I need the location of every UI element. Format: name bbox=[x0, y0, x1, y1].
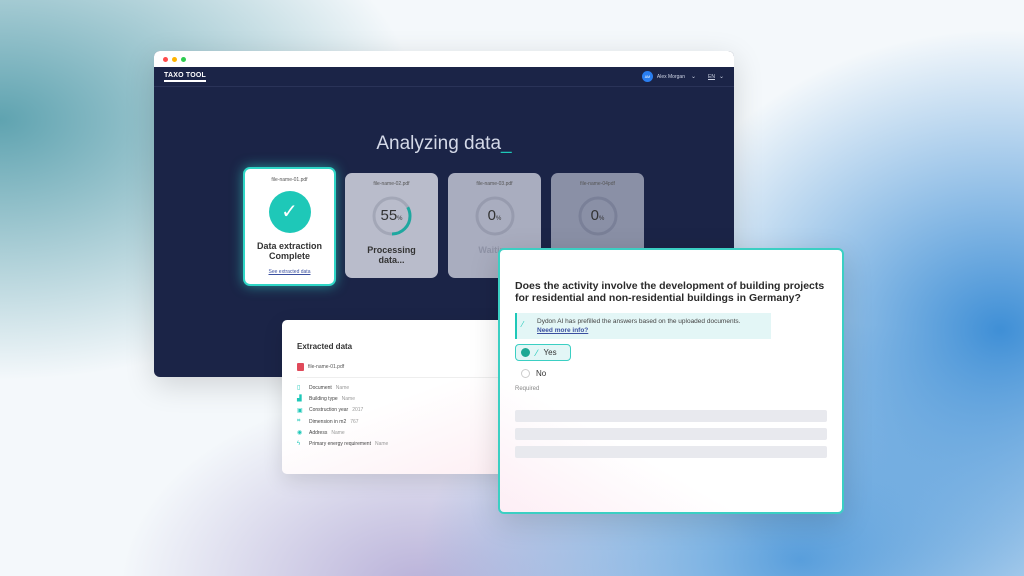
question-text: Does the activity involve the developmen… bbox=[515, 280, 825, 304]
energy-icon: ϟ bbox=[297, 441, 301, 448]
file-name: file-name-02.pdf bbox=[373, 181, 410, 187]
user-name: Alex Morgan bbox=[656, 73, 685, 80]
field-label: Address bbox=[309, 429, 328, 436]
progress-ring: 0% bbox=[577, 195, 619, 237]
panel-title: Extracted data bbox=[297, 342, 353, 351]
ai-prefill-note: ⁄ Dydon AI has prefilled the answers bas… bbox=[515, 313, 771, 339]
field-label: Document bbox=[309, 384, 332, 391]
file-status: Data extraction Complete bbox=[256, 241, 323, 261]
file-name: file-name-01.pdf bbox=[308, 364, 345, 370]
field-row: ▣ Construction year 2017 bbox=[297, 405, 507, 416]
checkmark-icon: ✓ bbox=[268, 191, 311, 233]
progress-value: 0 bbox=[590, 207, 599, 224]
question-panel: Does the activity involve the developmen… bbox=[498, 248, 844, 514]
building-icon: ▟ bbox=[297, 396, 302, 403]
title-text: Analyzing data bbox=[376, 133, 502, 154]
app-header: TAXO TOOL AM Alex Morgan ⌄ EN ⌄ bbox=[154, 67, 734, 87]
field-label: Primary energy requirement bbox=[309, 441, 371, 448]
field-label: Building type bbox=[309, 395, 338, 402]
placeholder-bars bbox=[515, 410, 827, 458]
language-selector[interactable]: EN bbox=[708, 74, 715, 80]
skeleton-bar bbox=[515, 446, 827, 458]
field-label: Construction year bbox=[309, 407, 349, 414]
field-value: Name bbox=[331, 429, 345, 436]
progress-value: 55 bbox=[380, 207, 398, 224]
skeleton-bar bbox=[515, 428, 827, 440]
location-pin-icon: ◉ bbox=[297, 430, 303, 437]
field-value: 2017 bbox=[352, 407, 364, 414]
crop-icon: ⌗ bbox=[297, 418, 301, 425]
user-menu[interactable]: AM Alex Morgan bbox=[641, 71, 685, 82]
file-name: file-name-03.pdf bbox=[476, 181, 513, 187]
file-card-complete[interactable]: file-name-01.pdf ✓ Data extraction Compl… bbox=[243, 167, 336, 286]
field-value: Name bbox=[341, 395, 355, 402]
skeleton-bar bbox=[515, 410, 827, 422]
see-extracted-data-link[interactable]: See extracted data bbox=[245, 269, 334, 275]
field-row: ▟ Building type Name bbox=[297, 393, 507, 404]
need-more-info-link[interactable]: Need more info? bbox=[537, 327, 588, 334]
extracted-data-panel: Extracted data file-name-01.pdf Open pre… bbox=[282, 320, 537, 474]
option-yes[interactable]: ⁄ Yes bbox=[515, 344, 571, 361]
window-titlebar bbox=[154, 51, 734, 67]
avatar: AM bbox=[641, 71, 653, 82]
magic-wand-icon: ⁄ bbox=[536, 347, 538, 358]
option-label: Yes bbox=[543, 348, 557, 357]
field-value: 767 bbox=[350, 418, 359, 425]
note-text: Dydon AI has prefilled the answers based… bbox=[537, 318, 741, 325]
progress-ring: 0% bbox=[474, 195, 516, 237]
field-value: Name bbox=[335, 384, 350, 391]
page-title: Analyzing data_ bbox=[154, 133, 734, 155]
field-label: Dimension in m2 bbox=[309, 418, 347, 425]
field-row: ▯ Document Name bbox=[297, 382, 507, 393]
field-value: Name bbox=[374, 441, 389, 448]
radio-unselected[interactable] bbox=[521, 369, 530, 378]
magic-wand-icon: ⁄ bbox=[522, 320, 524, 329]
option-label: No bbox=[536, 369, 547, 378]
progress-ring: 55% bbox=[371, 195, 413, 237]
maximize-dot[interactable] bbox=[181, 56, 186, 62]
logo[interactable]: TAXO TOOL bbox=[164, 72, 206, 82]
required-label: Required bbox=[515, 386, 540, 392]
field-row: ⌗ Dimension in m2 767 bbox=[297, 416, 507, 427]
field-row: ◉ Address Name bbox=[297, 427, 507, 438]
calendar-icon: ▣ bbox=[297, 407, 303, 414]
close-dot[interactable] bbox=[163, 56, 168, 62]
file-status: Processing data... bbox=[367, 245, 416, 265]
field-list: ▯ Document Name ▟ Building type Name ▣ Constr… bbox=[297, 382, 507, 450]
pdf-icon bbox=[297, 363, 304, 371]
file-card-processing: file-name-02.pdf 55% Processing data... bbox=[345, 173, 438, 278]
field-row: ϟ Primary energy requirement Name bbox=[297, 438, 507, 449]
progress-value: 0 bbox=[487, 207, 496, 224]
radio-selected[interactable] bbox=[521, 348, 530, 357]
typing-cursor: _ bbox=[501, 133, 512, 154]
file-name: file-name-01.pdf bbox=[271, 177, 308, 183]
document-icon: ▯ bbox=[297, 385, 301, 392]
minimize-dot[interactable] bbox=[172, 56, 177, 62]
option-no[interactable]: No bbox=[515, 369, 827, 378]
file-name: file-name-04pdf bbox=[580, 181, 615, 187]
chevron-down-icon[interactable]: ⌄ bbox=[719, 73, 724, 80]
file-row: file-name-01.pdf Open preview bbox=[297, 363, 537, 378]
chevron-down-icon[interactable]: ⌄ bbox=[691, 73, 696, 80]
